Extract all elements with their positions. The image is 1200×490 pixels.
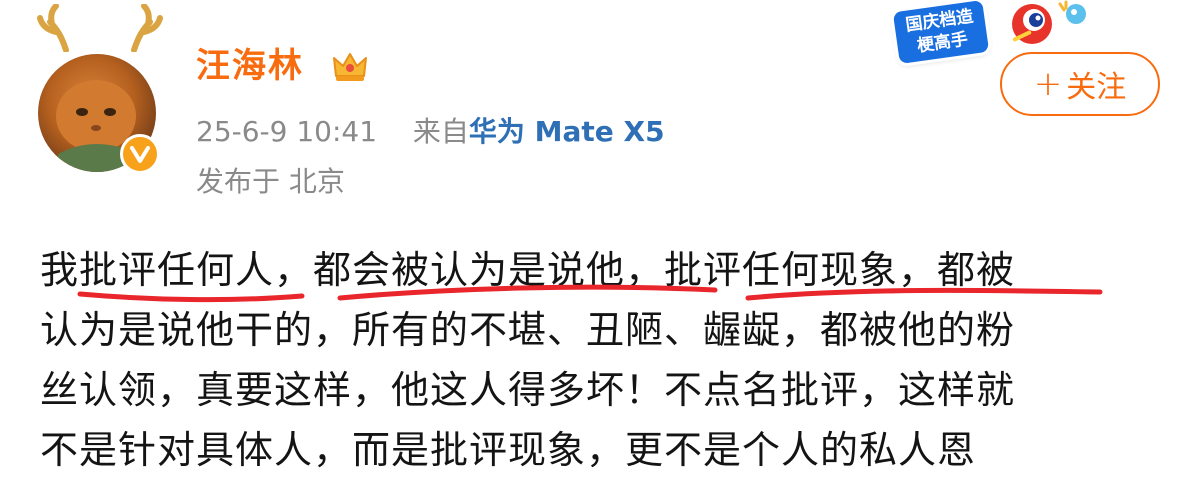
body-line: 丝认领，真要这样，他这人得多坏！不点名批评，这样就 (40, 368, 1016, 412)
body-line: 认为是说他干的，所有的不堪、丑陋、龌龊，都被他的粉 (40, 308, 1016, 352)
sticker-text: 国庆档造梗高手 (892, 0, 990, 65)
source-prefix: 来自 (412, 115, 469, 148)
post-location: 发布于 北京 (196, 165, 345, 198)
crown-icon (333, 53, 367, 81)
post-body: 我批评任何人，都会被认为是说他，批评任何现象，都被 认为是说他干的，所有的不堪、… (40, 240, 1160, 480)
verified-v-icon (120, 134, 160, 174)
antler-left-icon (37, 4, 69, 52)
follow-label: 关注 (1066, 70, 1127, 105)
body-line: 我批评任何人，都会被认为是说他，批评任何现象，都被 (40, 248, 1016, 292)
antler-right-icon (131, 4, 163, 52)
author-name[interactable]: 汪海林 (196, 42, 304, 90)
device-name[interactable]: 华为 Mate X5 (469, 115, 665, 148)
post-datetime: 25-6-9 10:41 (196, 115, 378, 148)
post-meta: 25-6-9 10:41 来自华为 Mate X5 (196, 112, 665, 152)
follow-button[interactable]: + 关注 (1000, 52, 1160, 116)
avatar[interactable] (37, 4, 164, 174)
plus-icon: + (1033, 64, 1063, 104)
weibo-post: 汪海林 25-6-9 10:41 来自华为 Mate X5 发布于 北京 国庆档… (0, 0, 1200, 490)
body-line: 不是针对具体人，而是批评现象，更不是个人的私人恩 (40, 428, 977, 472)
